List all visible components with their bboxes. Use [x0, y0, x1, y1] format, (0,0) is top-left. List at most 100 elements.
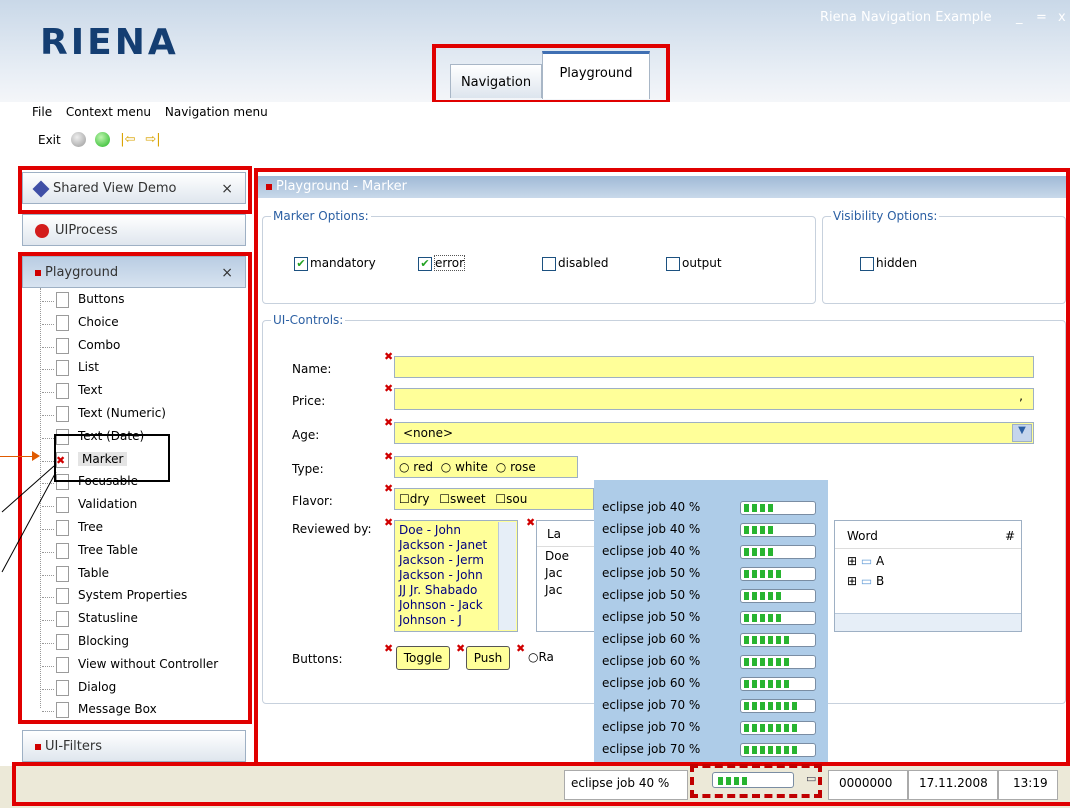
progress-segment: [752, 570, 757, 578]
job-label: eclipse job 70 %: [602, 720, 701, 734]
progress-segment: [784, 702, 789, 710]
progress-segment: [768, 658, 773, 666]
progress-segment: [776, 724, 781, 732]
progress-segment: [752, 614, 757, 622]
job-progress-bar: [740, 655, 816, 669]
menu-context[interactable]: Context menu: [66, 105, 151, 119]
job-progress-popup: eclipse job 40 % eclipse job 40 % eclipse …: [594, 480, 828, 762]
job-label: eclipse job 50 %: [602, 588, 701, 602]
minimize-button[interactable]: _: [1016, 10, 1023, 25]
job-label: eclipse job 70 %: [602, 698, 701, 712]
progress-segment: [776, 746, 781, 754]
highlight-shared-view: [18, 166, 252, 214]
progress-segment: [760, 636, 765, 644]
maximize-button[interactable]: =: [1036, 10, 1047, 25]
highlight-tabs: [432, 44, 670, 104]
job-label: eclipse job 60 %: [602, 676, 701, 690]
progress-segment: [760, 504, 765, 512]
progress-segment: [760, 614, 765, 622]
job-progress-bar: [740, 721, 816, 735]
job-progress-bar: [740, 633, 816, 647]
progress-segment: [752, 636, 757, 644]
progress-segment: [784, 724, 789, 732]
progress-segment: [752, 746, 757, 754]
close-window-button[interactable]: x: [1058, 10, 1066, 25]
window-title: Riena Navigation Example: [820, 10, 992, 25]
progress-segment: [760, 592, 765, 600]
job-progress-bar: [740, 523, 816, 537]
progress-segment: [760, 548, 765, 556]
progress-segment: [768, 636, 773, 644]
marker-callout-box: [54, 434, 170, 482]
job-label: eclipse job 60 %: [602, 654, 701, 668]
progress-segment: [768, 526, 773, 534]
progress-segment: [744, 636, 749, 644]
progress-segment: [776, 614, 781, 622]
progress-segment: [760, 526, 765, 534]
uiprocess-icon: [35, 223, 49, 238]
progress-segment: [784, 680, 789, 688]
progress-segment: [776, 658, 781, 666]
progress-segment: [768, 592, 773, 600]
green-circle-icon[interactable]: [95, 132, 111, 147]
nav-uiprocess[interactable]: UIProcess: [22, 214, 246, 246]
job-progress-bar: [740, 677, 816, 691]
progress-segment: [792, 746, 797, 754]
job-label: eclipse job 50 %: [602, 566, 701, 580]
callout-lines: [1, 465, 57, 573]
menu-file[interactable]: File: [32, 105, 52, 119]
progress-segment: [768, 614, 773, 622]
progress-segment: [744, 680, 749, 688]
riena-logo: RIENA: [40, 22, 179, 63]
job-progress-bar: [740, 743, 816, 757]
job-progress-bar: [740, 589, 816, 603]
gray-circle-icon[interactable]: [70, 132, 86, 147]
progress-segment: [744, 570, 749, 578]
progress-segment: [768, 504, 773, 512]
job-progress-bar: [740, 611, 816, 625]
progress-segment: [752, 724, 757, 732]
highlight-status-bar: [12, 762, 1070, 806]
menu-bar: File Context menu Navigation menu: [0, 102, 1070, 126]
progress-segment: [744, 702, 749, 710]
progress-segment: [744, 548, 749, 556]
progress-segment: [768, 680, 773, 688]
progress-segment: [784, 658, 789, 666]
progress-segment: [760, 658, 765, 666]
back-arrow-icon[interactable]: |⇦: [120, 132, 135, 147]
progress-segment: [768, 570, 773, 578]
progress-segment: [760, 680, 765, 688]
nav-ui-filters[interactable]: UI-Filters: [22, 730, 246, 762]
red-square-icon: [35, 743, 41, 750]
progress-segment: [744, 658, 749, 666]
menu-navigation[interactable]: Navigation menu: [165, 105, 268, 119]
progress-segment: [768, 724, 773, 732]
progress-segment: [760, 724, 765, 732]
job-label: eclipse job 50 %: [602, 610, 701, 624]
exit-button[interactable]: Exit: [38, 133, 61, 147]
progress-segment: [752, 526, 757, 534]
progress-segment: [752, 504, 757, 512]
progress-segment: [792, 702, 797, 710]
forward-arrow-icon[interactable]: ⇨|: [145, 132, 160, 147]
progress-segment: [744, 746, 749, 754]
progress-segment: [744, 504, 749, 512]
highlight-status-progress: [690, 764, 822, 798]
progress-segment: [776, 570, 781, 578]
progress-segment: [752, 592, 757, 600]
job-progress-bar: [740, 567, 816, 581]
job-progress-bar: [740, 699, 816, 713]
progress-segment: [768, 746, 773, 754]
job-label: eclipse job 40 %: [602, 522, 701, 536]
job-progress-bar: [740, 545, 816, 559]
progress-segment: [776, 592, 781, 600]
job-label: eclipse job 70 %: [602, 742, 701, 756]
progress-segment: [768, 548, 773, 556]
progress-segment: [776, 702, 781, 710]
job-label: eclipse job 60 %: [602, 632, 701, 646]
progress-segment: [760, 702, 765, 710]
progress-segment: [784, 746, 789, 754]
progress-segment: [760, 570, 765, 578]
progress-segment: [784, 636, 789, 644]
progress-segment: [744, 614, 749, 622]
